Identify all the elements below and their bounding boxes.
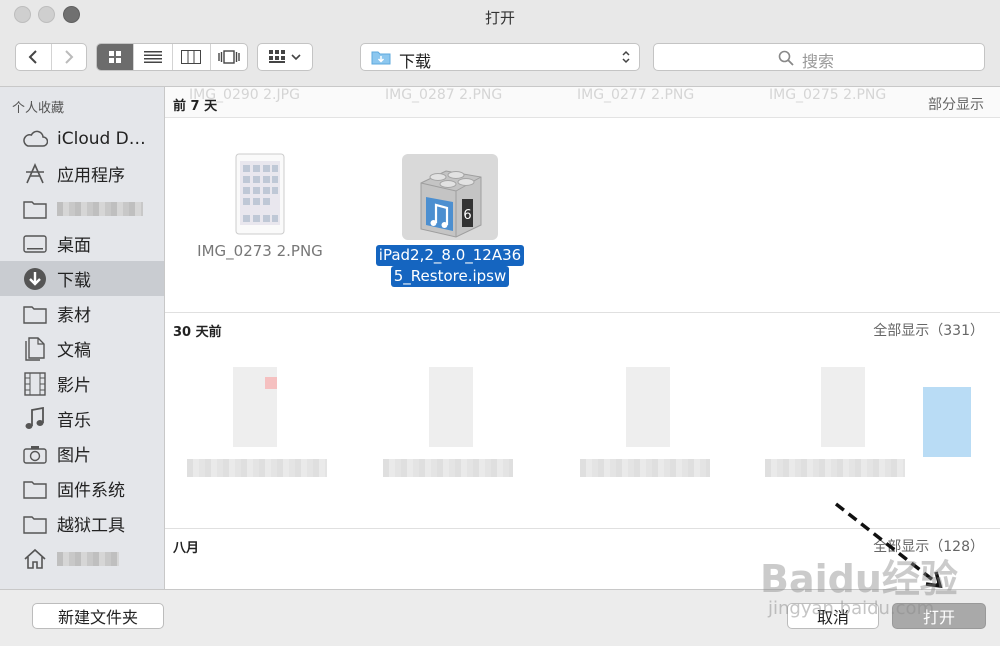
sidebar-item-documents[interactable]: 文稿 — [0, 331, 164, 366]
chevron-down-icon — [291, 54, 301, 61]
ghost-filename: IMG_0277 2.PNG — [577, 87, 695, 103]
applications-icon — [22, 162, 48, 186]
sidebar-item-label: 应用程序 — [57, 166, 125, 186]
search-placeholder: 搜索 — [802, 52, 835, 71]
list-view-button[interactable] — [134, 44, 173, 70]
sidebar-item-label: 固件系统 — [57, 481, 125, 501]
window-title: 打开 — [484, 9, 515, 27]
search-field[interactable]: 搜索 — [653, 43, 985, 71]
sidebar-item-label: 音乐 — [57, 411, 91, 431]
sidebar-item-label: 文稿 — [57, 341, 91, 361]
show-all-link[interactable]: 全部显示（331） — [873, 320, 984, 340]
forward-button[interactable] — [52, 44, 86, 70]
sidebar-item-downloads[interactable]: 下载 — [0, 261, 164, 296]
chevron-left-icon — [29, 50, 38, 64]
svg-text:6: 6 — [463, 208, 471, 223]
file-name-line: 5_Restore.ipsw — [390, 266, 510, 287]
download-icon — [22, 267, 48, 291]
section-title: 八月 — [173, 541, 200, 556]
sidebar-item-movies[interactable]: 影片 — [0, 366, 164, 401]
section-title: 30 天前 — [173, 325, 222, 340]
watermark-brand: Baidu经验 — [760, 557, 958, 601]
arrange-grid-icon — [269, 50, 285, 63]
column-view-button[interactable] — [173, 44, 211, 70]
blurred-file-item[interactable] — [383, 367, 513, 481]
updown-chevron-icon — [622, 50, 630, 64]
sidebar-item-label: iCloud D… — [57, 128, 146, 149]
folder-icon — [22, 512, 48, 536]
folder-icon — [22, 197, 48, 221]
file-item-selected[interactable]: 6 iPad2,2_8.0_12A36 5_Restore.ipsw — [370, 153, 530, 287]
file-name-label: iPad2,2_8.0_12A36 5_Restore.ipsw — [370, 245, 530, 287]
section-header-30-days: 30 天前 全部显示（331） — [165, 313, 1000, 343]
documents-icon — [22, 336, 48, 361]
sidebar-item-home[interactable] — [0, 541, 164, 576]
coverflow-icon — [218, 50, 240, 64]
nav-buttons — [15, 43, 87, 71]
sidebar-item-applications[interactable]: 应用程序 — [0, 156, 164, 191]
png-thumbnail-icon — [235, 153, 285, 235]
search-icon — [778, 50, 794, 66]
watermark-url: jingyan.baidu.com — [768, 598, 935, 619]
sidebar-item-label: 下载 — [57, 271, 91, 291]
arrange-dropdown[interactable] — [257, 43, 313, 71]
coverflow-view-button[interactable] — [211, 44, 247, 70]
file-item[interactable]: IMG_0273 2.PNG — [190, 153, 330, 260]
movies-icon — [22, 371, 48, 396]
cloud-icon — [22, 127, 48, 151]
desktop-icon — [22, 232, 48, 256]
sidebar: 个人收藏 iCloud D… 应用程序 桌面 下载 素材 文稿 影片 音乐 图片… — [0, 87, 165, 589]
section-title: 前 7 天 — [173, 99, 218, 114]
chevron-right-icon — [65, 50, 74, 64]
blurred-file-item[interactable] — [765, 367, 905, 481]
section-header-last-7-days: IMG_0290 2.JPG IMG_0287 2.PNG IMG_0277 2… — [165, 87, 1000, 118]
sidebar-item-pictures[interactable]: 图片 — [0, 436, 164, 471]
home-icon — [22, 547, 48, 571]
file-name: IMG_0273 2.PNG — [197, 242, 323, 260]
list-icon — [143, 51, 162, 63]
blurred-file-item[interactable] — [580, 367, 710, 481]
camera-icon — [22, 442, 48, 466]
sidebar-item-firmware[interactable]: 固件系统 — [0, 471, 164, 506]
location-label: 下载 — [399, 52, 432, 71]
obscured-label — [57, 201, 143, 216]
download-folder-icon — [371, 51, 391, 65]
ghost-filename: IMG_0287 2.PNG — [385, 87, 503, 103]
new-folder-button[interactable]: 新建文件夹 — [32, 603, 164, 629]
sidebar-item-label: 影片 — [57, 376, 91, 396]
blurred-file-item[interactable] — [187, 367, 327, 481]
sidebar-item-jailbreak-tools[interactable]: 越狱工具 — [0, 506, 164, 541]
icon-view-button[interactable] — [97, 44, 135, 70]
folder-icon — [22, 477, 48, 501]
sidebar-item-obscured-folder[interactable] — [0, 191, 164, 226]
favorites-header: 个人收藏 — [12, 101, 65, 116]
blurred-file-item[interactable] — [923, 387, 971, 457]
ipsw-restore-file-icon: 6 — [402, 154, 498, 240]
sidebar-item-desktop[interactable]: 桌面 — [0, 226, 164, 261]
location-popup[interactable]: 下载 — [360, 43, 640, 71]
sidebar-item-music[interactable]: 音乐 — [0, 401, 164, 436]
columns-icon — [181, 50, 202, 64]
back-button[interactable] — [16, 44, 52, 70]
show-less-link[interactable]: 部分显示 — [928, 94, 984, 114]
sidebar-item-label: 图片 — [57, 446, 91, 466]
grid-icon — [109, 51, 122, 63]
obscured-label — [57, 551, 119, 566]
file-name-line: iPad2,2_8.0_12A36 — [375, 245, 525, 266]
music-icon — [22, 406, 48, 431]
sidebar-item-label: 桌面 — [57, 236, 91, 256]
view-mode-control — [96, 43, 248, 71]
title-bar: 打开 — [0, 0, 1000, 34]
folder-icon — [22, 302, 48, 326]
sidebar-item-icloud[interactable]: iCloud D… — [0, 121, 164, 156]
sidebar-item-label: 越狱工具 — [57, 516, 125, 536]
ghost-filename: IMG_0275 2.PNG — [769, 87, 887, 103]
sidebar-item-materials[interactable]: 素材 — [0, 296, 164, 331]
sidebar-item-label: 素材 — [57, 306, 91, 326]
